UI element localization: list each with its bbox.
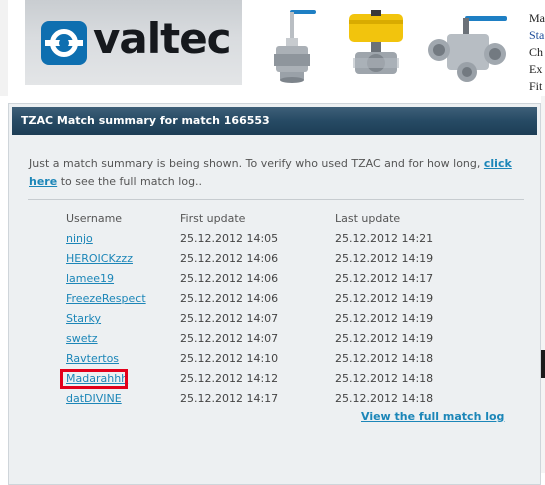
banner-line-4: Ex — [529, 62, 543, 76]
divider — [28, 199, 524, 200]
banner-side-text: Ma Sta Ch Ex Fit — [529, 10, 545, 95]
first-update-cell: 25.12.2012 14:07 — [180, 332, 279, 345]
username-link[interactable]: FreezeRespect — [66, 292, 146, 305]
username-link[interactable]: lamee19 — [66, 272, 114, 285]
table-row: ninjo 25.12.2012 14:05 25.12.2012 14:21 — [9, 229, 539, 249]
column-header-first-update: First update — [180, 212, 246, 225]
valtec-banner[interactable]: valtec Ma Sta Ch Ex Fit — [0, 0, 545, 96]
summary-notice: Just a match summary is being shown. To … — [29, 155, 529, 191]
first-update-cell: 25.12.2012 14:07 — [180, 312, 279, 325]
table-row: FreezeRespect 25.12.2012 14:06 25.12.201… — [9, 289, 539, 309]
table-row: Ravtertos 25.12.2012 14:10 25.12.2012 14… — [9, 349, 539, 369]
last-update-cell: 25.12.2012 14:17 — [335, 272, 434, 285]
table-row: Starky 25.12.2012 14:07 25.12.2012 14:19 — [9, 309, 539, 329]
pneumatic-valve-icon — [349, 10, 403, 74]
username-link[interactable]: swetz — [66, 332, 98, 345]
username-link[interactable]: Starky — [66, 312, 101, 325]
valtec-logo[interactable]: valtec — [25, 0, 242, 85]
banner-line-3: Ch — [529, 45, 544, 59]
first-update-cell: 25.12.2012 14:17 — [180, 392, 279, 405]
column-header-username: Username — [66, 212, 123, 225]
panel-header: TZAC Match summary for match 166553 — [12, 107, 537, 135]
first-update-cell: 25.12.2012 14:12 — [180, 372, 279, 385]
highlight-box — [60, 369, 128, 389]
last-update-cell: 25.12.2012 14:21 — [335, 232, 434, 245]
last-update-cell: 25.12.2012 14:19 — [335, 252, 434, 265]
valtec-logo-icon — [41, 21, 87, 65]
last-update-cell: 25.12.2012 14:19 — [335, 332, 434, 345]
notice-text-after: to see the full match log.. — [60, 175, 203, 188]
table-row: datDIVINE 25.12.2012 14:17 25.12.2012 14… — [9, 389, 539, 409]
table-row: HEROICKzzz 25.12.2012 14:06 25.12.2012 1… — [9, 249, 539, 269]
banner-line-2: Sta — [529, 28, 545, 42]
panel-title: TZAC Match summary for match 166553 — [21, 114, 270, 127]
match-summary-panel: TZAC Match summary for match 166553 Just… — [8, 103, 541, 485]
page-scrollbar[interactable] — [541, 96, 545, 473]
scrollbar-thumb[interactable] — [541, 350, 545, 378]
username-link[interactable]: Ravtertos — [66, 352, 119, 365]
last-update-cell: 25.12.2012 14:19 — [335, 312, 434, 325]
username-link[interactable]: datDIVINE — [66, 392, 122, 405]
first-update-cell: 25.12.2012 14:05 — [180, 232, 279, 245]
first-update-cell: 25.12.2012 14:06 — [180, 252, 279, 265]
last-update-cell: 25.12.2012 14:18 — [335, 372, 434, 385]
last-update-cell: 25.12.2012 14:19 — [335, 292, 434, 305]
banner-edge — [0, 0, 8, 96]
last-update-cell: 25.12.2012 14:18 — [335, 352, 434, 365]
logo-text: valtec — [93, 14, 232, 63]
first-update-cell: 25.12.2012 14:06 — [180, 272, 279, 285]
last-update-cell: 25.12.2012 14:18 — [335, 392, 434, 405]
view-full-match-log-link[interactable]: View the full match log — [361, 410, 504, 423]
column-header-last-update: Last update — [335, 212, 401, 225]
table-row: swetz 25.12.2012 14:07 25.12.2012 14:19 — [9, 329, 539, 349]
username-link[interactable]: HEROICKzzz — [66, 252, 133, 265]
banner-line-5: Fit — [529, 79, 543, 93]
first-update-cell: 25.12.2012 14:10 — [180, 352, 279, 365]
notice-text-before: Just a match summary is being shown. To … — [29, 157, 481, 170]
three-way-ball-valve-icon — [428, 16, 507, 82]
ball-valve-extended-stem-icon — [274, 10, 316, 83]
username-link[interactable]: ninjo — [66, 232, 93, 245]
table-row: lamee19 25.12.2012 14:06 25.12.2012 14:1… — [9, 269, 539, 289]
banner-line-1: Ma — [529, 11, 545, 25]
first-update-cell: 25.12.2012 14:06 — [180, 292, 279, 305]
